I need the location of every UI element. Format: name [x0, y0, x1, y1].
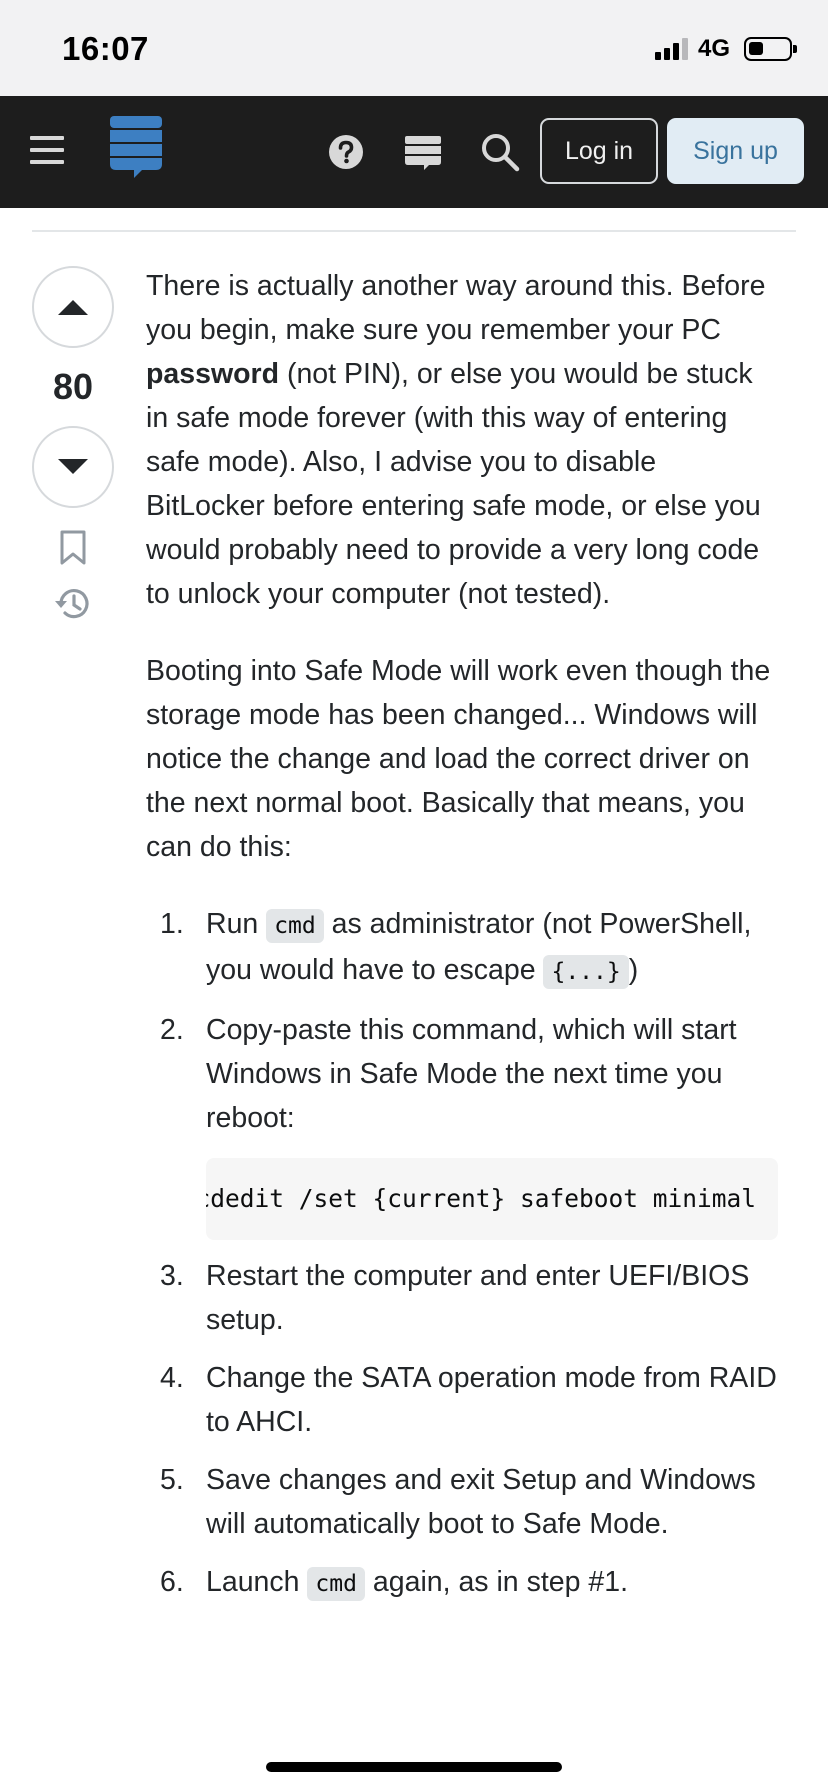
vote-count: 80 [52, 366, 94, 407]
inline-code: cmd [266, 909, 324, 943]
cellular-signal-icon [654, 38, 688, 60]
home-indicator [266, 1762, 562, 1772]
help-icon[interactable] [324, 130, 368, 174]
battery-icon [744, 37, 797, 61]
upvote-arrow-icon [58, 300, 88, 315]
bold-text: password [146, 358, 280, 390]
menu-icon[interactable] [30, 136, 64, 164]
downvote-button[interactable] [32, 426, 114, 508]
top-navigation-bar: Log in Sign up [0, 96, 828, 208]
code-block[interactable]: bcdedit /set {current} safeboot minimal [206, 1158, 778, 1240]
answer-body: There is actually another way around thi… [146, 264, 778, 1620]
status-indicators: 4G [654, 34, 797, 64]
list-item: 3. Restart the computer and enter UEFI/B… [160, 1260, 750, 1336]
status-bar: 16:07 4G [0, 0, 828, 96]
answer-paragraph: There is actually another way around thi… [146, 270, 766, 610]
login-button[interactable]: Log in [540, 118, 658, 184]
list-item: 4. Change the SATA operation mode from R… [160, 1362, 777, 1438]
status-time: 16:07 [62, 30, 149, 67]
list-item: 1. Run cmd as administrator (not PowerSh… [146, 902, 778, 994]
list-item: 6. Launch cmd again, as in step #1. [146, 1560, 778, 1606]
list-item: 2. Copy-paste this command, which will s… [146, 1008, 778, 1240]
code-block-text: bcdedit /set {current} safeboot minimal [206, 1184, 756, 1213]
upvote-button[interactable] [32, 266, 114, 348]
inbox-icon[interactable] [401, 130, 445, 174]
history-icon[interactable] [32, 584, 114, 624]
search-icon[interactable] [478, 130, 522, 174]
downvote-arrow-icon [58, 459, 88, 474]
steps-list: 1. Run cmd as administrator (not PowerSh… [146, 902, 778, 1606]
inline-code: cmd [307, 1567, 365, 1601]
network-type: 4G [697, 35, 730, 62]
inline-code: {...} [543, 955, 629, 989]
divider [32, 230, 796, 232]
vote-column: 80 [32, 266, 114, 624]
list-item: 5. Save changes and exit Setup and Windo… [160, 1464, 756, 1540]
signup-button[interactable]: Sign up [667, 118, 804, 184]
answer-paragraph: Booting into Safe Mode will work even th… [146, 655, 771, 863]
stack-exchange-logo[interactable] [110, 116, 162, 178]
bookmark-icon[interactable] [32, 530, 114, 566]
